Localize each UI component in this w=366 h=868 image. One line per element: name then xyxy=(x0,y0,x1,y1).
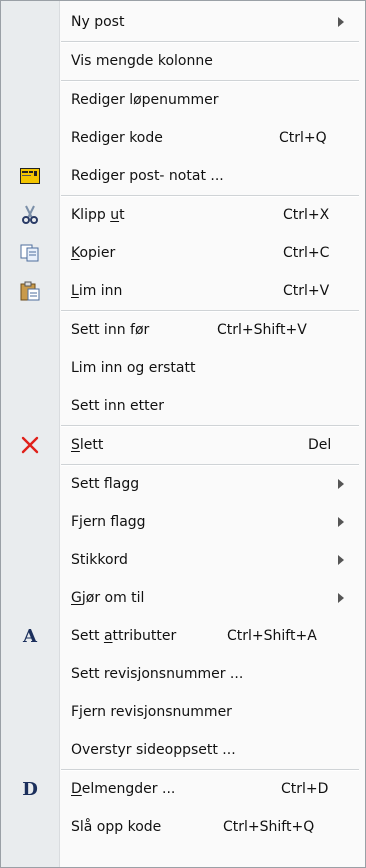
menu-item-label: Klipp ut xyxy=(71,207,125,223)
menu-item-overstyr-sideoppsett[interactable]: Overstyr sideoppsett ... xyxy=(1,731,365,769)
note-icon xyxy=(19,165,41,187)
menu-item-shortcut: Ctrl+Shift+V xyxy=(217,322,307,338)
letter-d-icon: D xyxy=(22,778,38,800)
menu-item-label: Rediger løpenummer xyxy=(71,92,219,108)
menu-item-label: Overstyr sideoppsett ... xyxy=(71,742,236,758)
menu-item-label: Sett attributter xyxy=(71,628,177,644)
menu-item-label: Slett xyxy=(71,437,104,453)
menu-item-label: Lim inn xyxy=(71,283,123,299)
menu-item-kopier[interactable]: Kopier Ctrl+C xyxy=(1,234,365,272)
submenu-arrow-icon xyxy=(338,593,344,603)
menu-item-sett-attributter[interactable]: A Sett attributter Ctrl+Shift+A xyxy=(1,617,365,655)
menu-item-delmengder[interactable]: D Delmengder ... Ctrl+D xyxy=(1,770,365,808)
menu-item-lim-inn-og-erstatt[interactable]: Lim inn og erstatt xyxy=(1,349,365,387)
menu-item-label: Rediger post- notat ... xyxy=(71,168,224,184)
menu-item-label: Stikkord xyxy=(71,552,128,568)
menu-item-rediger-løpenummer[interactable]: Rediger løpenummer xyxy=(1,81,365,119)
submenu-arrow-icon xyxy=(338,479,344,489)
menu-item-gjør-om-til[interactable]: Gjør om til xyxy=(1,579,365,617)
copy-icon xyxy=(19,242,41,264)
delete-x-icon xyxy=(19,434,41,456)
menu-item-label: Vis mengde kolonne xyxy=(71,53,213,69)
menu-item-fjern-revisjonsnummer[interactable]: Fjern revisjonsnummer xyxy=(1,693,365,731)
menu-item-sett-inn-før[interactable]: Sett inn før Ctrl+Shift+V xyxy=(1,311,365,349)
menu-item-klipp-ut[interactable]: Klipp ut Ctrl+X xyxy=(1,196,365,234)
menu-item-sett-flagg[interactable]: Sett flagg xyxy=(1,465,365,503)
menu-item-label: Lim inn og erstatt xyxy=(71,360,196,376)
menu-item-shortcut: Del xyxy=(308,437,332,453)
menu-item-lim-inn[interactable]: Lim inn Ctrl+V xyxy=(1,272,365,310)
menu-item-vis-mengde-kolonne[interactable]: Vis mengde kolonne xyxy=(1,42,365,80)
menu-item-label: Gjør om til xyxy=(71,590,145,606)
menu-item-label: Delmengder ... xyxy=(71,781,176,797)
menu-item-slå-opp-kode[interactable]: Slå opp kode Ctrl+Shift+Q xyxy=(1,808,365,846)
menu-item-fjern-flagg[interactable]: Fjern flagg xyxy=(1,503,365,541)
menu-item-stikkord[interactable]: Stikkord xyxy=(1,541,365,579)
menu-item-label: Sett inn etter xyxy=(71,398,164,414)
menu-item-label: Fjern revisjonsnummer xyxy=(71,704,232,720)
menu-item-shortcut: Ctrl+D xyxy=(281,781,329,797)
menu-item-shortcut: Ctrl+Q xyxy=(279,130,327,146)
menu-item-label: Slå opp kode xyxy=(71,819,162,835)
menu-item-rediger-kode[interactable]: Rediger kode Ctrl+Q xyxy=(1,119,365,157)
letter-a-icon: A xyxy=(23,625,37,647)
menu-item-shortcut: Ctrl+C xyxy=(283,245,330,261)
menu-item-ny-post[interactable]: Ny post xyxy=(1,3,365,41)
paste-icon xyxy=(19,280,41,302)
menu-item-shortcut: Ctrl+X xyxy=(283,207,330,223)
menu-item-label: Sett inn før xyxy=(71,322,150,338)
submenu-arrow-icon xyxy=(338,517,344,527)
menu-item-label: Sett flagg xyxy=(71,476,140,492)
menu-item-label: Kopier xyxy=(71,245,116,261)
menu-item-rediger-post-notat[interactable]: Rediger post- notat ... xyxy=(1,157,365,195)
scissors-icon xyxy=(19,204,41,226)
menu-item-slett[interactable]: Slett Del xyxy=(1,426,365,464)
menu-item-shortcut: Ctrl+V xyxy=(283,283,330,299)
menu-item-shortcut: Ctrl+Shift+A xyxy=(227,628,317,644)
menu-item-label: Rediger kode xyxy=(71,130,163,146)
menu-item-label: Fjern flagg xyxy=(71,514,146,530)
submenu-arrow-icon xyxy=(338,555,344,565)
menu-items: Ny post Vis mengde kolonne Rediger løpenum… xyxy=(1,3,365,846)
menu-item-sett-inn-etter[interactable]: Sett inn etter xyxy=(1,387,365,425)
submenu-arrow-icon xyxy=(338,17,344,27)
menu-item-sett-revisjonsnummer[interactable]: Sett revisjonsnummer ... xyxy=(1,655,365,693)
context-menu: Ny post Vis mengde kolonne Rediger løpenum… xyxy=(0,0,366,868)
menu-item-label: Sett revisjonsnummer ... xyxy=(71,666,244,682)
menu-item-label: Ny post xyxy=(71,14,125,30)
menu-item-shortcut: Ctrl+Shift+Q xyxy=(223,819,315,835)
